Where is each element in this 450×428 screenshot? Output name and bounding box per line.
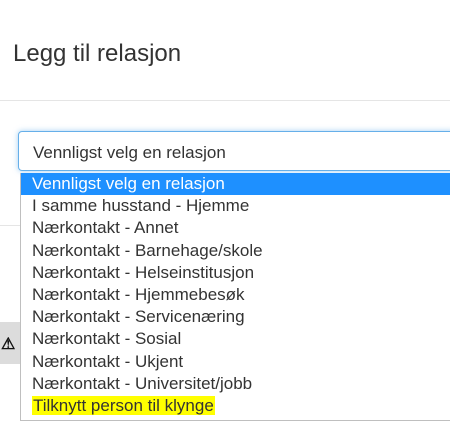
relation-select-value: Vennligst velg en relasjon: [33, 143, 226, 162]
relation-select[interactable]: Vennligst velg en relasjon: [18, 131, 450, 171]
relation-options-list[interactable]: Vennligst velg en relasjon I samme husst…: [20, 173, 450, 421]
option-close-contact-home-visit[interactable]: Nærkontakt - Hjemmebesøk: [21, 284, 450, 306]
option-close-contact-kindergarten-school[interactable]: Nærkontakt - Barnehage/skole: [21, 240, 450, 262]
option-close-contact-unknown[interactable]: Nærkontakt - Ukjent: [21, 351, 450, 373]
option-close-contact-social[interactable]: Nærkontakt - Sosial: [21, 328, 450, 350]
modal-title: Legg til relasjon: [13, 40, 182, 67]
option-select-prompt[interactable]: Vennligst velg en relasjon: [21, 173, 450, 196]
warning-icon: ⚠: [1, 336, 16, 353]
option-close-contact-service-industry[interactable]: Nærkontakt - Servicenæring: [21, 306, 450, 328]
option-same-household[interactable]: I samme husstand - Hjemme: [21, 195, 450, 217]
highlighted-option-label: Tilknytt person til klynge: [32, 395, 215, 415]
header-divider: [0, 100, 450, 101]
option-close-contact-health-institution[interactable]: Nærkontakt - Helseinstitusjon: [21, 262, 450, 284]
option-close-contact-other[interactable]: Nærkontakt - Annet: [21, 217, 450, 239]
option-close-contact-university-work[interactable]: Nærkontakt - Universitet/jobb: [21, 373, 450, 395]
option-link-person-to-cluster[interactable]: Tilknytt person til klynge: [21, 395, 450, 417]
